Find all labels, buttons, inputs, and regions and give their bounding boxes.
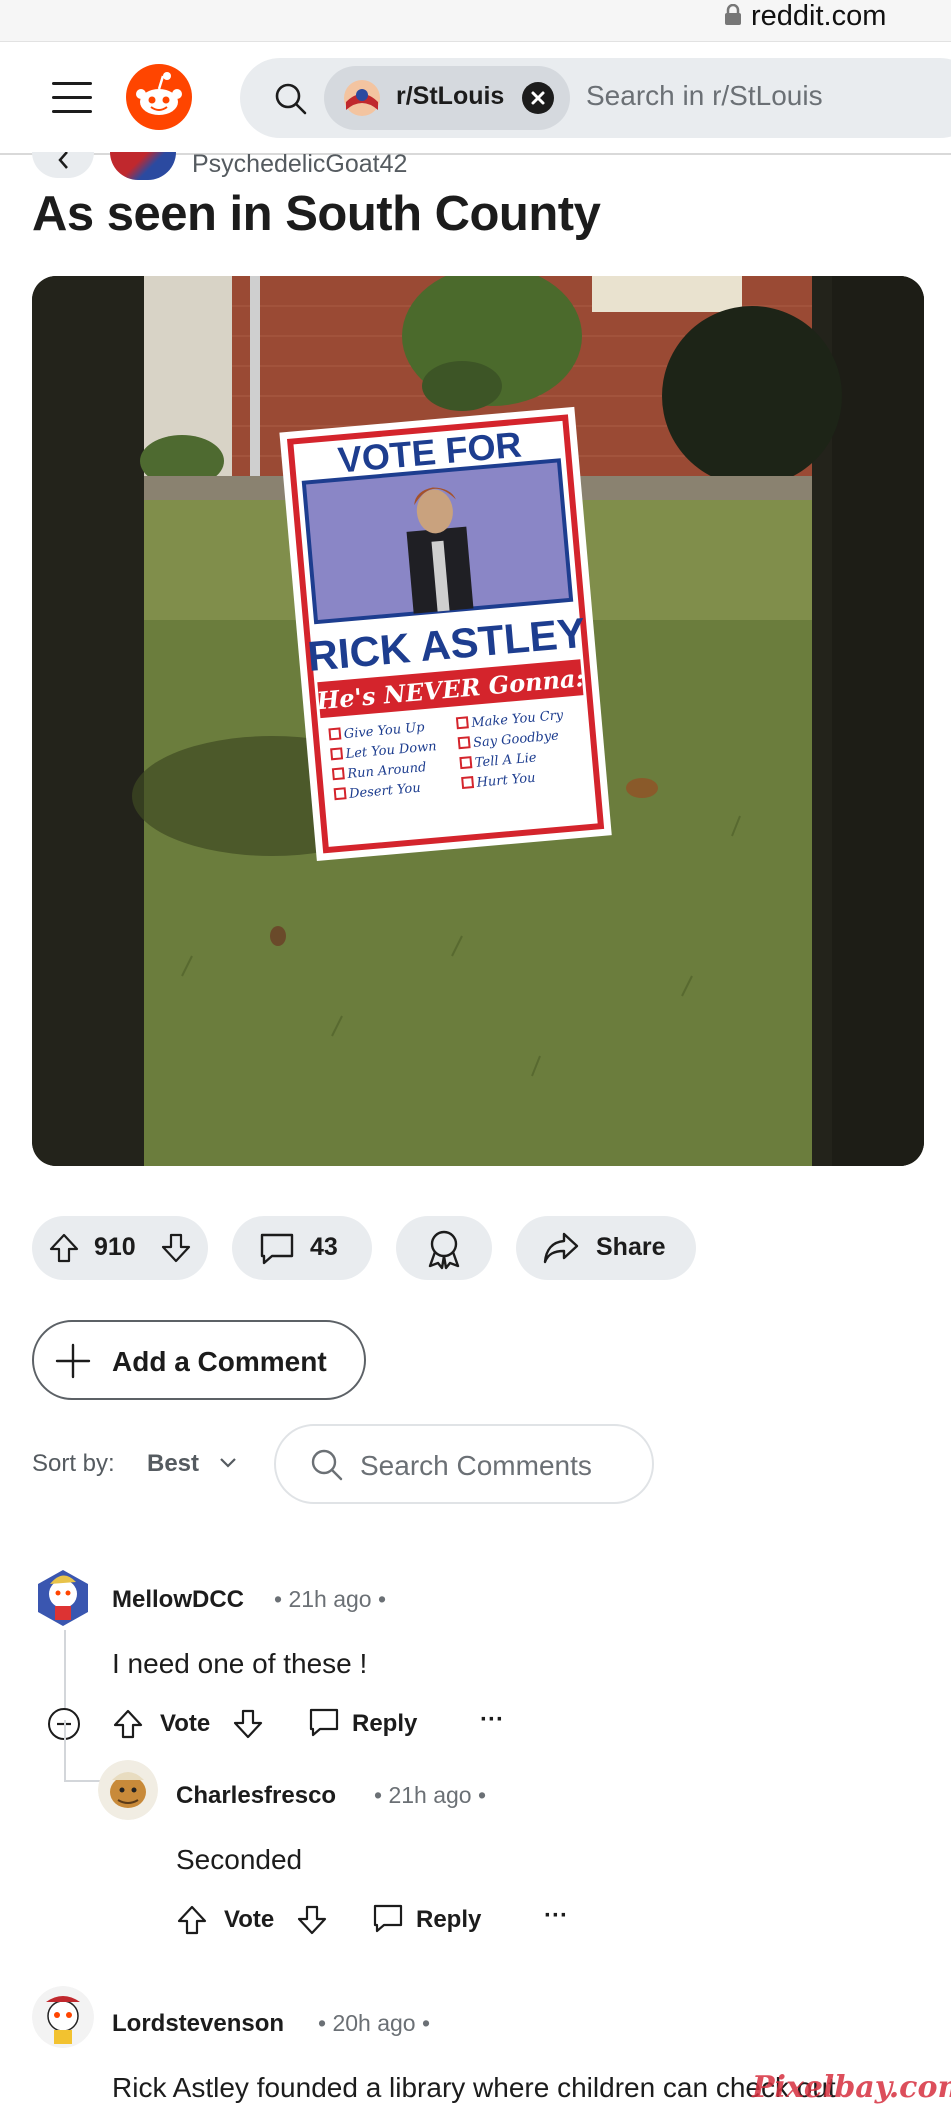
share-button[interactable]: Share	[516, 1216, 696, 1280]
upvote-icon[interactable]	[48, 1232, 80, 1264]
comment-username[interactable]: Charlesfresco	[176, 1782, 336, 1810]
downvote-icon[interactable]	[160, 1232, 192, 1264]
reply-icon[interactable]	[308, 1706, 340, 1740]
plus-icon	[55, 1343, 91, 1379]
author-avatar[interactable]	[110, 152, 176, 180]
downvote-icon[interactable]	[296, 1904, 328, 1936]
back-button[interactable]	[32, 152, 94, 178]
more-options-icon[interactable]: ···	[544, 1902, 568, 1930]
app-header: r/StLouis Search in r/StLouis	[0, 42, 951, 155]
search-icon	[275, 83, 307, 115]
post-image[interactable]: VOTE FOR RICK ASTLEY He's NEVER Gonna: G…	[32, 276, 924, 1166]
search-icon	[311, 1449, 343, 1481]
menu-icon[interactable]	[52, 80, 92, 116]
search-comments-input[interactable]: Search Comments	[274, 1424, 654, 1504]
post-title: As seen in South County	[32, 187, 601, 241]
upvote-icon[interactable]	[112, 1708, 144, 1740]
vote-count: 910	[94, 1233, 136, 1261]
reddit-logo[interactable]	[126, 64, 192, 130]
search-comments-placeholder: Search Comments	[360, 1450, 592, 1481]
subreddit-icon	[344, 80, 380, 116]
chevron-down-icon[interactable]	[218, 1456, 238, 1470]
close-icon[interactable]	[522, 82, 554, 114]
vote-pill: 910	[32, 1216, 208, 1280]
comment-timestamp: • 20h ago •	[318, 2010, 431, 2036]
upvote-icon[interactable]	[176, 1904, 208, 1936]
subreddit-chip-label: r/StLouis	[396, 82, 505, 110]
comment-username[interactable]: MellowDCC	[112, 1586, 244, 1614]
comment-timestamp: • 21h ago •	[374, 1782, 487, 1808]
search-placeholder: Search in r/StLouis	[586, 80, 823, 111]
url-text: reddit.com	[751, 0, 887, 32]
comment-body: Seconded	[176, 1844, 303, 1875]
reply-button[interactable]: Reply	[416, 1906, 481, 1934]
share-icon	[543, 1232, 579, 1264]
reply-button[interactable]: Reply	[352, 1710, 417, 1738]
comment-body: Rick Astley founded a library where chil…	[112, 2072, 836, 2103]
comment-username[interactable]: Lordstevenson	[112, 2010, 284, 2038]
comments-button[interactable]: 43	[232, 1216, 372, 1280]
add-comment-button[interactable]: Add a Comment	[32, 1320, 366, 1400]
post-author[interactable]: PsychedelicGoat42	[192, 150, 407, 179]
vote-label: Vote	[224, 1906, 275, 1933]
award-button[interactable]	[396, 1216, 492, 1280]
vote-label: Vote	[160, 1710, 211, 1737]
watermark: Pixelbay.com	[752, 2070, 951, 2105]
downvote-icon[interactable]	[232, 1708, 264, 1740]
lock-icon	[725, 4, 741, 25]
subreddit-search-bar[interactable]: r/StLouis Search in r/StLouis	[240, 58, 951, 138]
more-options-icon[interactable]: ···	[480, 1706, 504, 1734]
award-icon	[428, 1230, 460, 1270]
share-label: Share	[596, 1233, 666, 1261]
add-comment-label: Add a Comment	[112, 1346, 327, 1377]
comment-body: I need one of these !	[112, 1648, 368, 1679]
avatar[interactable]	[32, 1566, 94, 1628]
sort-label: Sort by:	[32, 1450, 115, 1477]
thread-line	[64, 1720, 66, 1782]
reply-icon[interactable]	[372, 1902, 404, 1936]
avatar[interactable]	[32, 1986, 94, 2048]
comment-timestamp: • 21h ago •	[274, 1586, 387, 1612]
comments-count: 43	[310, 1233, 338, 1261]
chevron-left-icon	[58, 152, 68, 169]
browser-url-bar[interactable]: reddit.com	[0, 0, 951, 42]
subreddit-chip[interactable]: r/StLouis	[324, 66, 570, 130]
comment-icon	[260, 1233, 294, 1265]
sort-dropdown[interactable]: Best	[147, 1450, 199, 1478]
avatar[interactable]	[98, 1760, 158, 1820]
